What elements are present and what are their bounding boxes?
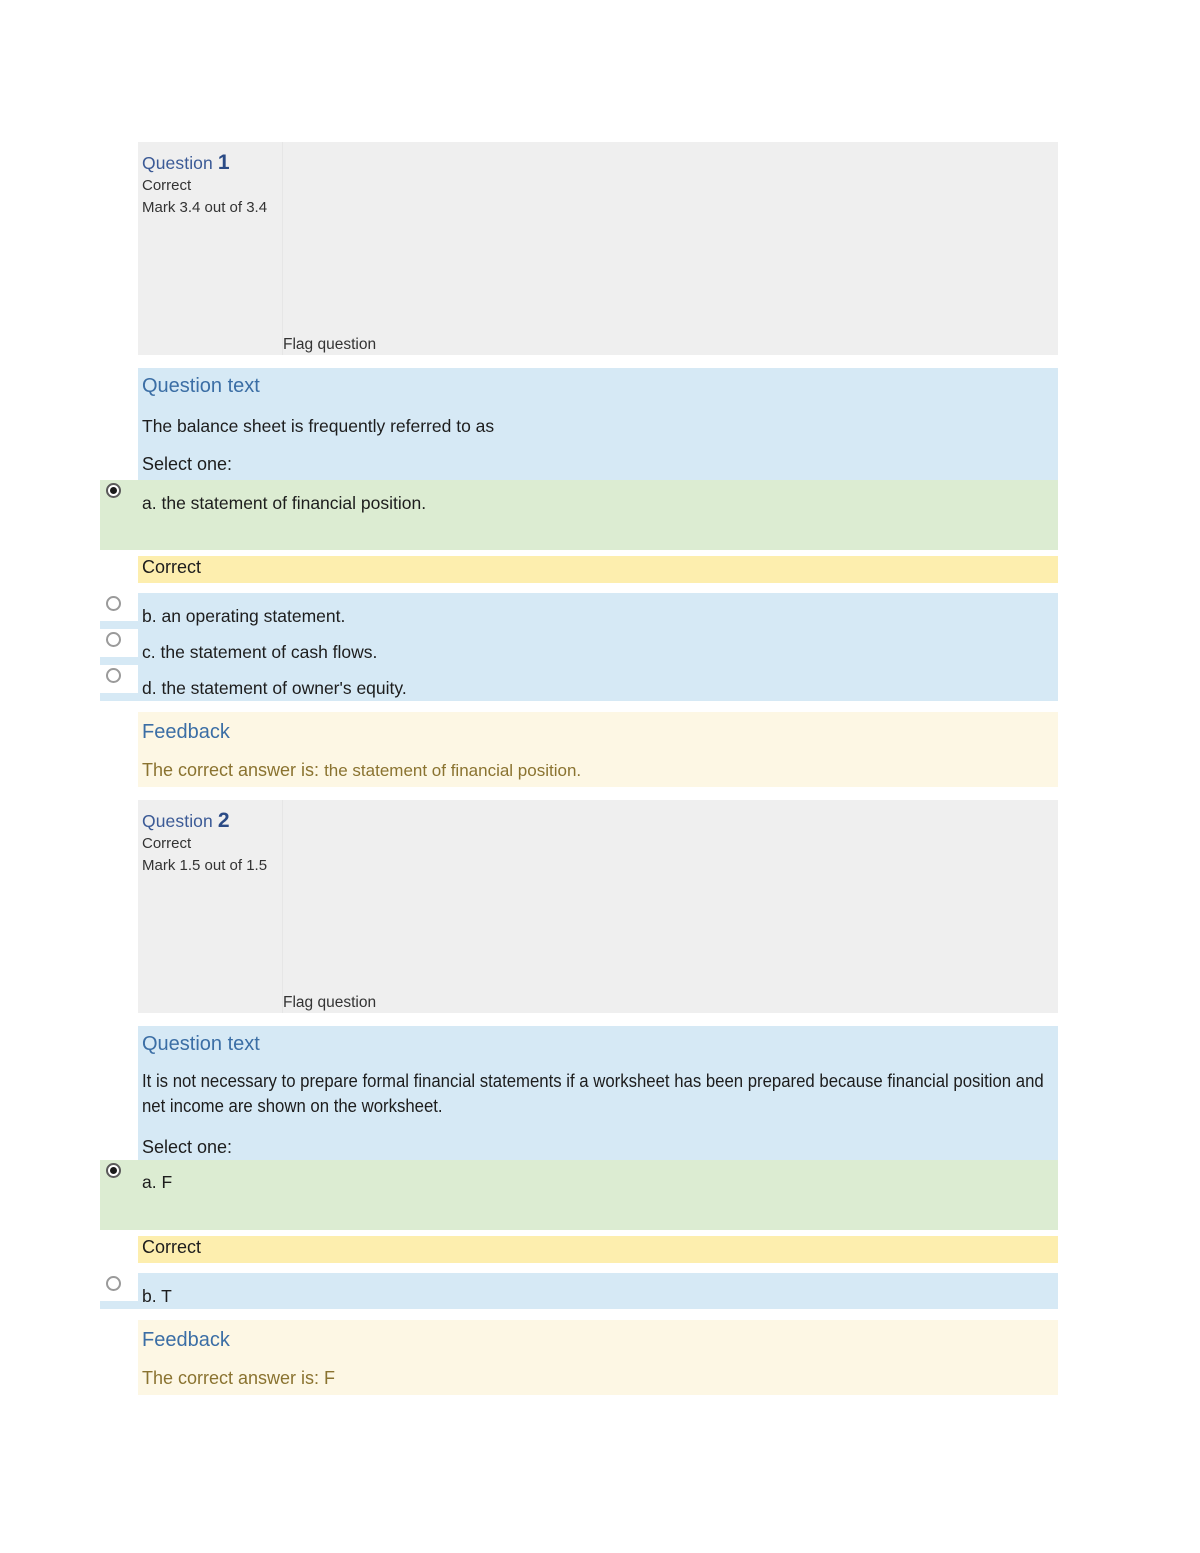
question-1-option-d-radio[interactable] [106,668,121,683]
question-1-number-label: Question [142,153,213,173]
question-1-option-a-text: the statement of financial position. [161,493,427,513]
question-2-number-value: 2 [217,809,230,832]
question-1-state: Correct [142,177,192,194]
question-1-text-block: Question text The balance sheet is frequ… [138,368,1058,480]
question-2-option-a-label: a. F [142,1172,172,1193]
question-1-option-c-text: the statement of cash flows. [160,642,378,662]
question-1-option-a-letter: a. [142,493,157,513]
question-1-option-a-label: a. the statement of financial position. [142,493,426,514]
question-2-text-title: Question text [142,1033,260,1055]
question-1-header: Question 1 Correct Mark 3.4 out of 3.4 F… [138,142,1058,355]
question-2-select-one: Select one: [142,1137,233,1157]
question-2-correct-band-text: Correct [142,1237,202,1257]
question-1-number: Question 1 [142,151,230,175]
question-1-option-b-radio[interactable] [106,596,121,611]
question-2-flag-button[interactable]: Flag question [283,994,376,1012]
question-2-option-b-label: b. T [142,1286,172,1307]
question-2-body: It is not necessary to prepare formal fi… [142,1071,1044,1116]
question-1-option-d-label: d. the statement of owner's equity. [142,678,407,699]
question-2-feedback-title: Feedback [142,1329,230,1351]
question-2-option-b-letter: b. [142,1286,157,1306]
question-2-number: Question 2 [142,809,230,833]
question-1-option-b-label: b. an operating statement. [142,606,345,627]
question-2-option-a-text: F [161,1172,173,1192]
question-1-number-value: 1 [217,151,230,174]
question-2-option-b-strip [100,1301,1058,1309]
question-2-text-block: Question text It is not necessary to pre… [138,1026,1058,1165]
question-1-option-b-letter: b. [142,606,157,626]
question-1-text-title: Question text [142,375,260,397]
question-1-option-c-letter: c. [142,642,156,662]
question-1-flag-button[interactable]: Flag question [283,336,376,354]
question-2-feedback: Feedback The correct answer is: F [138,1320,1058,1395]
question-1-option-b-text: an operating statement. [161,606,346,626]
question-1-mark: Mark 3.4 out of 3.4 [142,199,268,216]
question-1-feedback-answer: the statement of financial position. [324,761,582,780]
question-1-option-a-radio[interactable] [106,483,121,498]
question-2-option-a-radio[interactable] [106,1163,121,1178]
question-1-option-d-letter: d. [142,678,157,698]
quiz-review-page: Question 1 Correct Mark 3.4 out of 3.4 F… [0,0,1200,1553]
question-1-option-c-radio[interactable] [106,632,121,647]
question-2-option-b-text: T [161,1286,172,1306]
question-2-header: Question 2 Correct Mark 1.5 out of 1.5 F… [138,800,1058,1013]
question-1-select-one: Select one: [142,454,233,474]
question-2-feedback-line: The correct answer is: F [142,1368,335,1389]
question-1-feedback-line: The correct answer is: the statement of … [142,760,581,781]
question-1-option-a[interactable] [100,480,1058,550]
question-1-option-d-text: the statement of owner's equity. [161,678,407,698]
question-2-correct-band: Correct [138,1236,1058,1263]
question-2-option-a-letter: a. [142,1172,157,1192]
question-2-option-b-radio[interactable] [106,1276,121,1291]
question-2-number-label: Question [142,811,213,831]
question-2-mark: Mark 1.5 out of 1.5 [142,857,268,874]
question-1-feedback-lead: The correct answer is: [142,760,320,780]
question-2-state: Correct [142,835,192,852]
question-2-feedback-lead: The correct answer is: F [142,1368,336,1388]
question-1-correct-band-text: Correct [142,557,202,577]
question-1-feedback: Feedback The correct answer is: the stat… [138,712,1058,787]
question-1-body: The balance sheet is frequently referred… [142,416,495,436]
question-1-feedback-title: Feedback [142,721,230,743]
question-1-option-c-label: c. the statement of cash flows. [142,642,377,663]
question-2-option-a[interactable] [100,1160,1058,1230]
question-1-correct-band: Correct [138,556,1058,583]
